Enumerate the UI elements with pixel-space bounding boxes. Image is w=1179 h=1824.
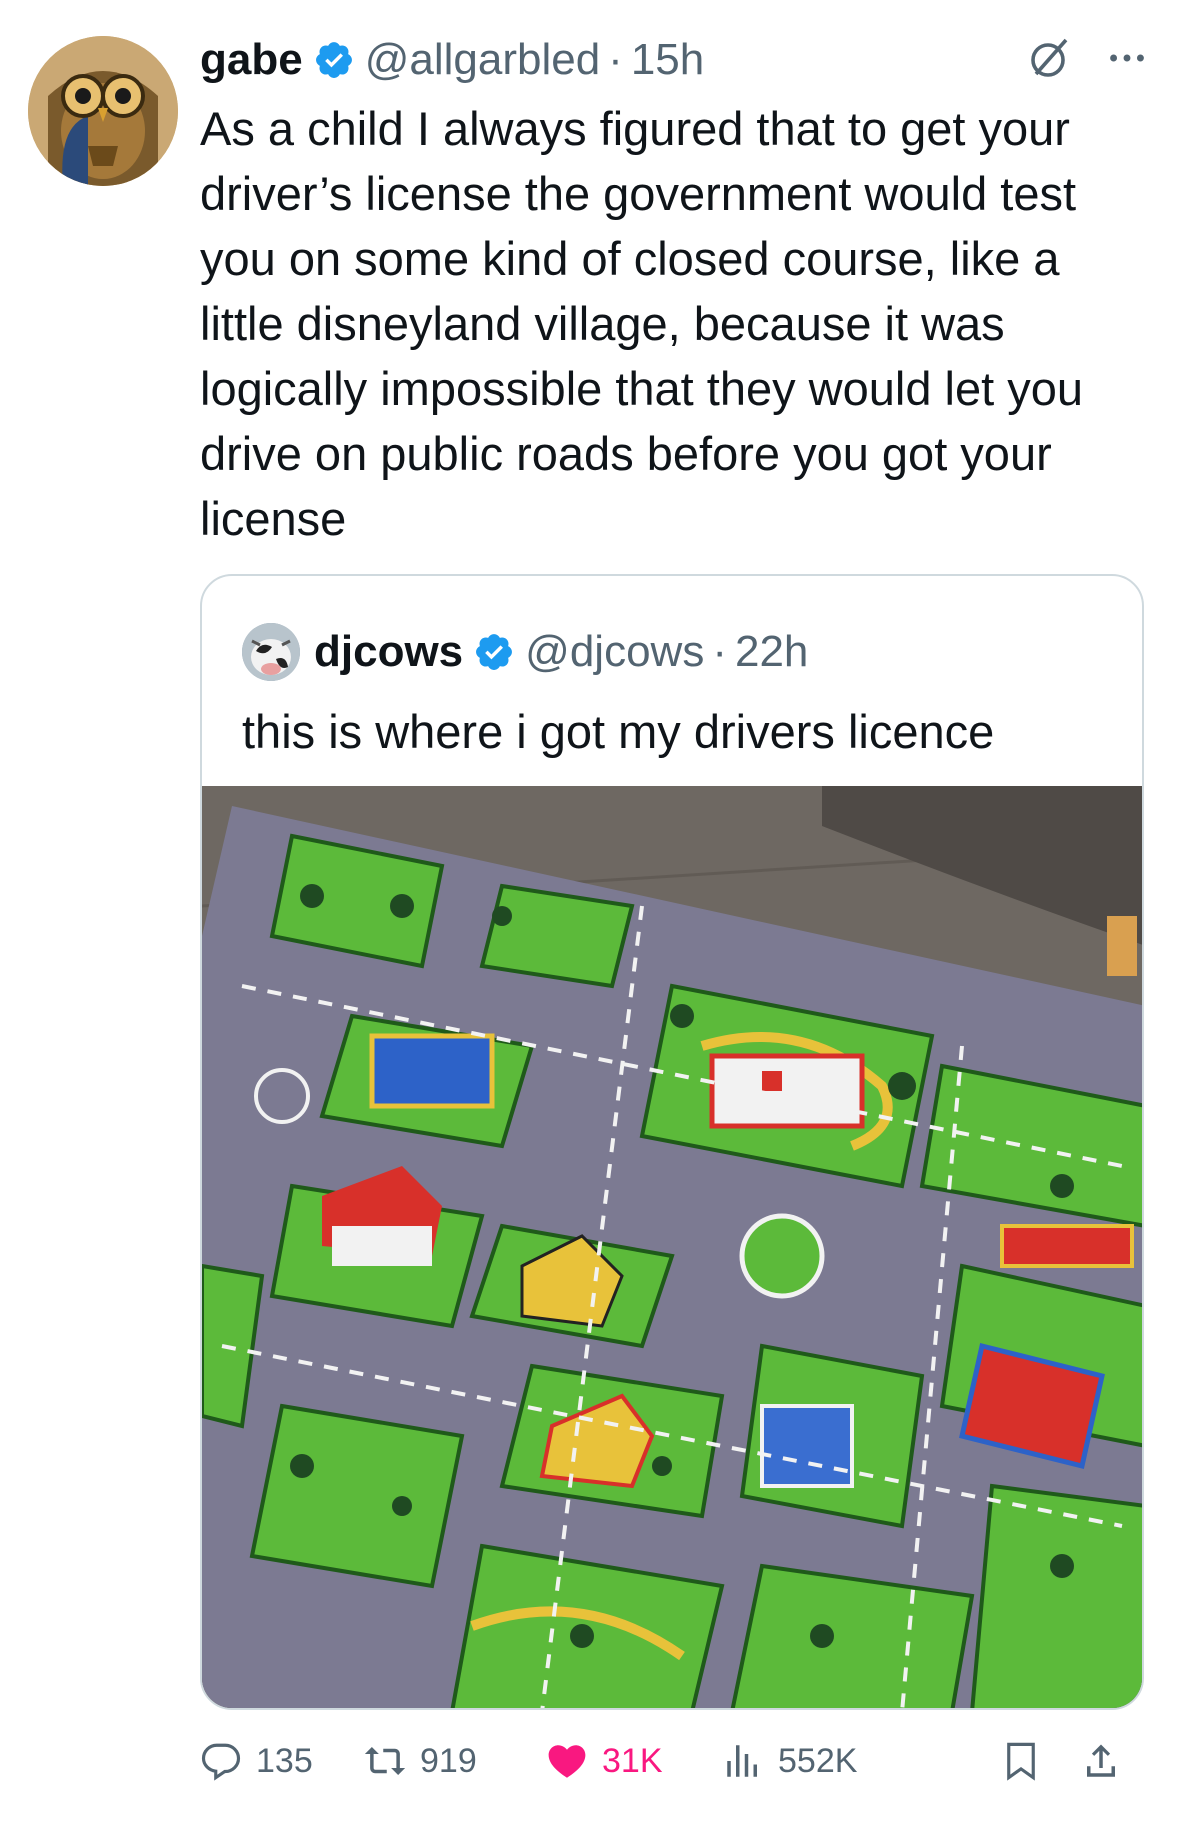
separator-dot: · xyxy=(712,627,727,676)
reply-button[interactable]: 135 xyxy=(200,1740,313,1782)
quoted-tweet[interactable]: djcows @djcows · 22h this is where i got… xyxy=(200,574,1144,1710)
views-count: 552K xyxy=(778,1741,858,1780)
separator-dot: · xyxy=(608,35,623,84)
quoted-tweet-header: djcows @djcows · 22h xyxy=(242,622,808,682)
verified-badge-icon xyxy=(476,634,513,670)
verified-badge-icon xyxy=(315,42,352,78)
bookmark-icon xyxy=(1007,1742,1035,1781)
author-handle[interactable]: @allgarbled xyxy=(365,35,600,85)
bookmark-button[interactable] xyxy=(1000,1740,1042,1782)
author-avatar[interactable] xyxy=(28,36,178,186)
tweet: gabe @allgarbled · 15h As a child I alwa… xyxy=(0,0,1179,1824)
quoted-tweet-timestamp[interactable]: 22h xyxy=(735,627,808,677)
views-icon xyxy=(727,1745,757,1777)
grok-icon[interactable] xyxy=(1026,34,1074,82)
share-icon xyxy=(1087,1744,1115,1777)
repost-icon xyxy=(364,1747,406,1775)
reply-icon xyxy=(201,1743,241,1781)
heart-icon xyxy=(548,1745,586,1778)
quoted-author-avatar xyxy=(242,623,300,681)
views-button[interactable]: 552K xyxy=(722,1740,857,1782)
more-options-icon[interactable] xyxy=(1104,35,1150,81)
road-play-mat-image xyxy=(202,786,1142,1708)
tweet-header: gabe @allgarbled · 15h xyxy=(200,28,1150,92)
like-count: 31K xyxy=(602,1741,663,1780)
cow-avatar-icon xyxy=(242,623,300,681)
reply-count: 135 xyxy=(256,1741,313,1780)
quoted-author-handle[interactable]: @djcows xyxy=(525,627,704,677)
repost-count: 919 xyxy=(420,1741,477,1780)
tweet-text: As a child I always figured that to get … xyxy=(200,102,1084,545)
tweet-timestamp[interactable]: 15h xyxy=(631,35,704,85)
repost-button[interactable]: 919 xyxy=(364,1740,477,1782)
like-button[interactable]: 31K xyxy=(546,1740,663,1782)
quoted-tweet-image[interactable] xyxy=(202,786,1142,1708)
author-display-name[interactable]: gabe xyxy=(200,35,303,85)
share-button[interactable] xyxy=(1080,1740,1122,1782)
header-actions xyxy=(1026,34,1150,82)
quoted-tweet-text: this is where i got my drivers licence xyxy=(242,705,995,758)
tweet-actions: 135 919 31K 552K xyxy=(200,1734,1150,1794)
quoted-author-display-name[interactable]: djcows xyxy=(314,627,463,677)
owl-avatar-icon xyxy=(28,36,178,186)
